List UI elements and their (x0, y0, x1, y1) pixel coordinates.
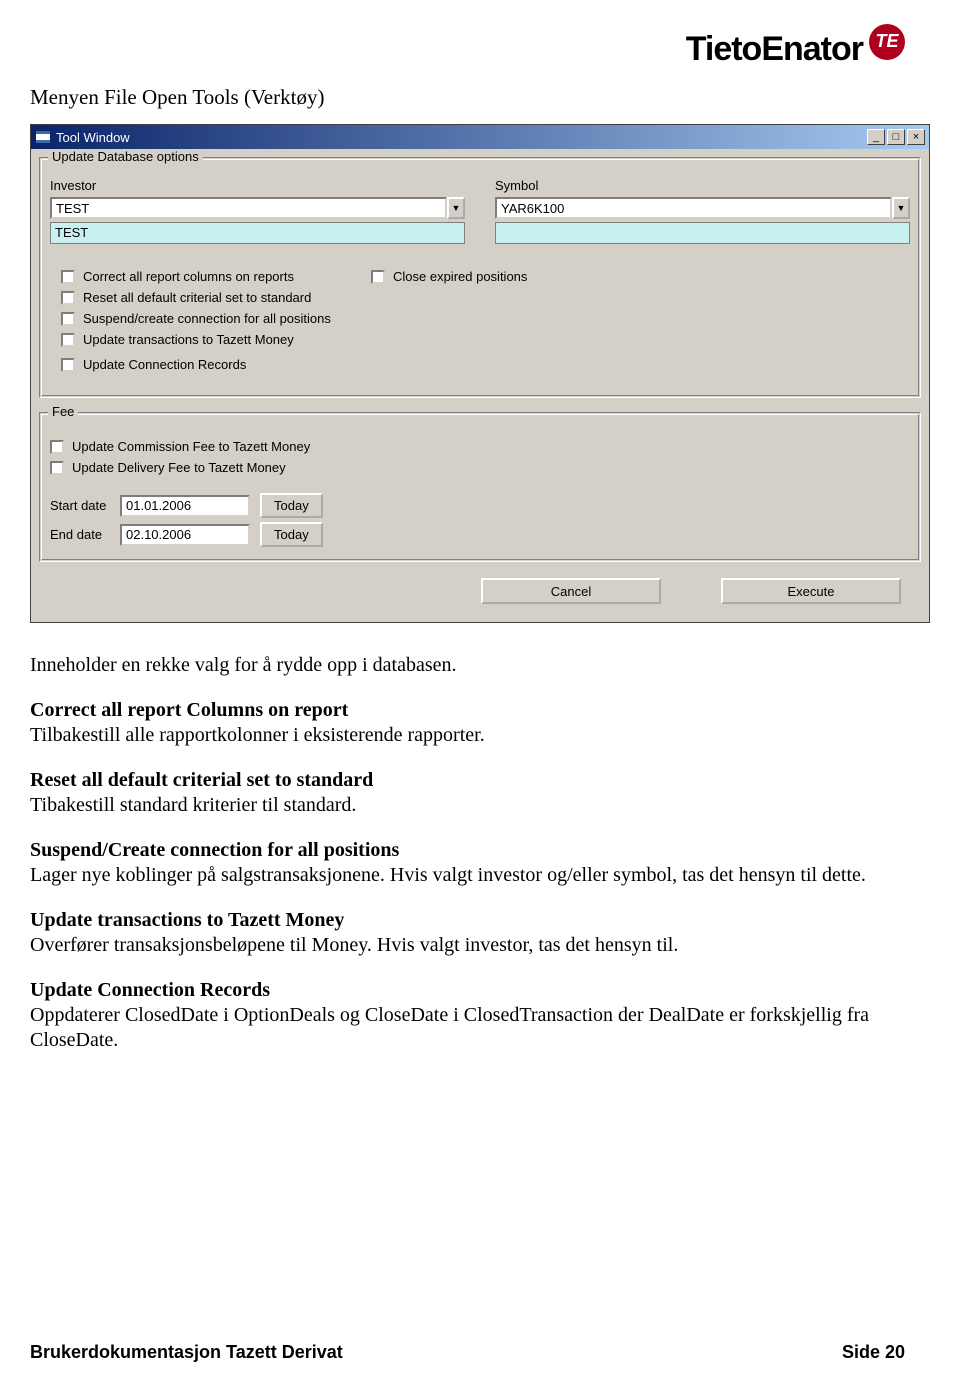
end-date-input[interactable] (120, 524, 250, 546)
check-correct-reports[interactable] (61, 270, 75, 284)
logo-badge: TE (869, 24, 905, 60)
check-commission-fee-label: Update Commission Fee to Tazett Money (72, 439, 310, 454)
group-fee: Fee Update Commission Fee to Tazett Mone… (39, 412, 921, 562)
footer-left: Brukerdokumentasjon Tazett Derivat (30, 1342, 343, 1363)
page-heading: Menyen File Open Tools (Verktøy) (30, 85, 905, 110)
check-close-expired-label: Close expired positions (393, 269, 527, 284)
window-icon (35, 130, 51, 144)
symbol-selected-cell[interactable] (495, 222, 910, 244)
section-2-title: Reset all default criterial set to stand… (30, 769, 373, 791)
window-title: Tool Window (56, 130, 867, 145)
check-update-trans-label: Update transactions to Tazett Money (83, 332, 294, 347)
investor-combo[interactable]: TEST (50, 197, 447, 219)
symbol-label: Symbol (495, 178, 910, 193)
section-3-title: Suspend/Create connection for all positi… (30, 839, 399, 861)
check-update-conn[interactable] (61, 358, 75, 372)
titlebar: Tool Window _ □ × (31, 125, 929, 149)
check-suspend-create[interactable] (61, 312, 75, 326)
check-close-expired[interactable] (371, 270, 385, 284)
section-4-text: Overfører transaksjonsbeløpene til Money… (30, 934, 678, 956)
check-reset-criterial-label: Reset all default criterial set to stand… (83, 290, 311, 305)
page-footer: Brukerdokumentasjon Tazett Derivat Side … (30, 1342, 905, 1363)
section-3-text: Lager nye koblinger på salgstransaksjone… (30, 864, 866, 886)
check-commission-fee[interactable] (50, 440, 64, 454)
check-update-conn-label: Update Connection Records (83, 357, 246, 372)
check-delivery-fee-label: Update Delivery Fee to Tazett Money (72, 460, 286, 475)
investor-label: Investor (50, 178, 465, 193)
symbol-combo[interactable]: YAR6K100 (495, 197, 892, 219)
check-correct-reports-label: Correct all report columns on reports (83, 269, 294, 284)
section-1-title: Correct all report Columns on report (30, 699, 348, 721)
end-date-label: End date (50, 527, 120, 542)
brand-logo: TietoEnator TE (686, 30, 905, 69)
section-5-text: Oppdaterer ClosedDate i OptionDeals og C… (30, 1004, 869, 1051)
footer-right: Side 20 (842, 1342, 905, 1363)
group-update-db-legend: Update Database options (48, 149, 203, 164)
check-suspend-create-label: Suspend/create connection for all positi… (83, 311, 331, 326)
end-today-button[interactable]: Today (260, 522, 323, 547)
tool-window: Tool Window _ □ × Update Database option… (30, 124, 930, 623)
section-5-title: Update Connection Records (30, 979, 270, 1001)
check-update-trans[interactable] (61, 333, 75, 347)
check-reset-criterial[interactable] (61, 291, 75, 305)
start-date-label: Start date (50, 498, 120, 513)
group-fee-legend: Fee (48, 404, 78, 419)
start-today-button[interactable]: Today (260, 493, 323, 518)
intro-paragraph: Inneholder en rekke valg for å rydde opp… (30, 653, 905, 678)
group-update-db: Update Database options Investor TEST Sy… (39, 157, 921, 398)
minimize-button[interactable]: _ (867, 129, 885, 145)
check-delivery-fee[interactable] (50, 461, 64, 475)
cancel-button[interactable]: Cancel (481, 578, 661, 604)
investor-selected-cell[interactable]: TEST (50, 222, 465, 244)
logo-text: TietoEnator (686, 30, 863, 69)
symbol-dropdown-button[interactable] (892, 197, 910, 219)
close-button[interactable]: × (907, 129, 925, 145)
execute-button[interactable]: Execute (721, 578, 901, 604)
investor-dropdown-button[interactable] (447, 197, 465, 219)
section-2-text: Tibakestill standard kriterier til stand… (30, 794, 356, 816)
section-4-title: Update transactions to Tazett Money (30, 909, 344, 931)
maximize-button[interactable]: □ (887, 129, 905, 145)
document-body: Inneholder en rekke valg for å rydde opp… (30, 653, 905, 1053)
section-1-text: Tilbakestill alle rapportkolonner i eksi… (30, 724, 485, 746)
start-date-input[interactable] (120, 495, 250, 517)
